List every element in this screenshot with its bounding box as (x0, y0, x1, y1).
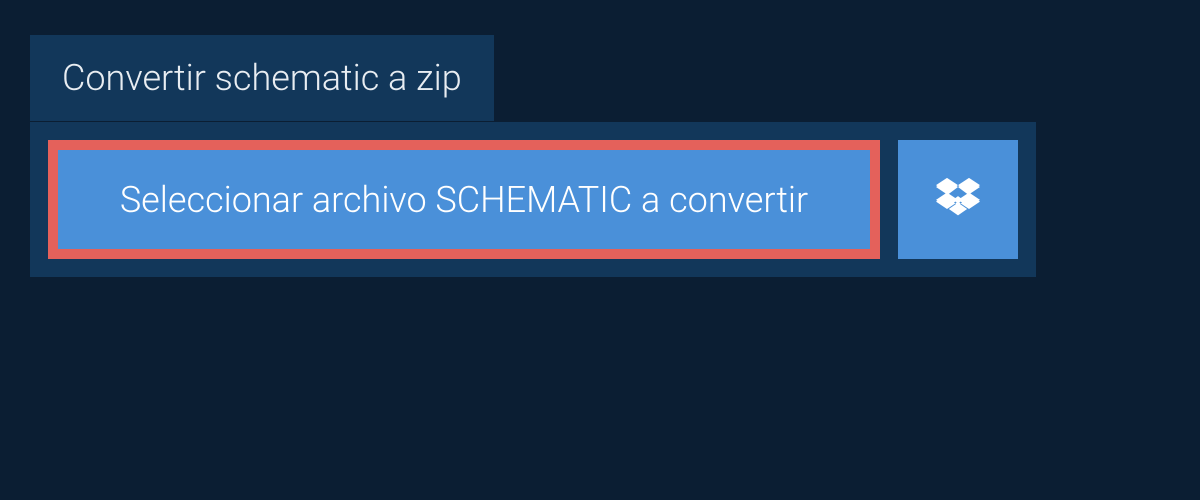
tab-title: Convertir schematic a zip (62, 57, 462, 99)
select-file-label: Seleccionar archivo SCHEMATIC a converti… (120, 179, 808, 221)
converter-tab[interactable]: Convertir schematic a zip (30, 35, 494, 121)
select-file-button[interactable]: Seleccionar archivo SCHEMATIC a converti… (48, 140, 880, 259)
file-select-panel: Seleccionar archivo SCHEMATIC a converti… (30, 122, 1036, 277)
converter-container: Convertir schematic a zip Seleccionar ar… (0, 0, 1200, 500)
dropbox-icon (936, 176, 980, 224)
dropbox-button[interactable] (898, 140, 1018, 259)
